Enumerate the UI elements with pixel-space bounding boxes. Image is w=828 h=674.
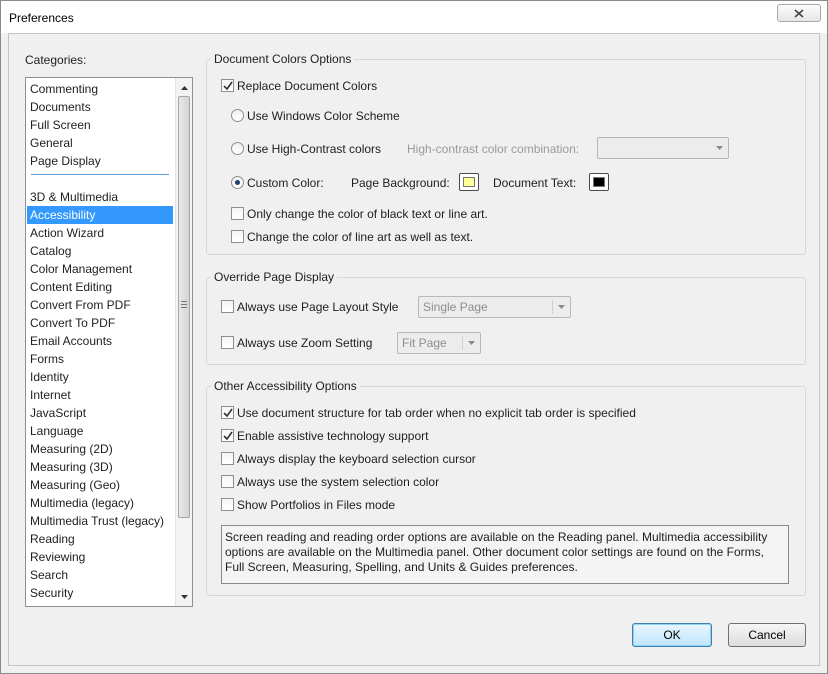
windows-color-scheme-label: Use Windows Color Scheme — [247, 109, 400, 123]
zoom-setting-select[interactable]: Fit Page — [397, 332, 481, 354]
zoom-setting-label: Always use Zoom Setting — [237, 336, 373, 350]
title-bar: Preferences — [1, 1, 827, 33]
checkmark-icon — [223, 81, 233, 91]
category-item[interactable]: Catalog — [27, 242, 173, 260]
accessibility-info-text: Screen reading and reading order options… — [221, 525, 789, 584]
category-item[interactable]: Identity — [27, 368, 173, 386]
category-item[interactable]: Measuring (2D) — [27, 440, 173, 458]
category-item[interactable]: Color Management — [27, 260, 173, 278]
accessibility-option-label: Always display the keyboard selection cu… — [237, 452, 476, 466]
category-item[interactable]: Security — [27, 584, 173, 602]
accessibility-option-checkbox[interactable] — [221, 498, 234, 511]
page-layout-style-checkbox[interactable] — [221, 300, 234, 313]
checkmark-icon — [223, 431, 233, 441]
high-contrast-combination-label: High-contrast color combination: — [407, 142, 580, 156]
preferences-dialog: Preferences Categories: Commenting Docume… — [0, 0, 828, 674]
select-separator — [552, 300, 553, 314]
category-item[interactable]: Email Accounts — [27, 332, 173, 350]
replace-document-colors-checkbox[interactable] — [221, 79, 234, 92]
categories-label: Categories: — [25, 53, 87, 67]
checkmark-icon — [223, 408, 233, 418]
category-item[interactable]: 3D & Multimedia — [27, 188, 173, 206]
accessibility-option-label: Show Portfolios in Files mode — [237, 498, 396, 512]
custom-color-radio[interactable] — [231, 176, 244, 189]
category-item[interactable]: Action Wizard — [27, 224, 173, 242]
category-item[interactable]: Multimedia Trust (legacy) — [27, 512, 173, 530]
category-item[interactable]: Language — [27, 422, 173, 440]
scroll-grip-icon — [181, 301, 187, 310]
category-item[interactable]: Full Screen — [27, 116, 173, 134]
category-item[interactable]: Multimedia (legacy) — [27, 494, 173, 512]
category-item[interactable]: Measuring (3D) — [27, 458, 173, 476]
category-item[interactable]: Page Display — [27, 152, 173, 170]
accessibility-option-label: Always use the system selection color — [237, 475, 440, 489]
close-icon — [794, 8, 804, 18]
change-line-art-label: Change the color of line art as well as … — [247, 230, 474, 244]
only-black-text-checkbox[interactable] — [231, 207, 244, 220]
scroll-up-button[interactable] — [176, 79, 192, 96]
category-item[interactable]: Documents — [27, 98, 173, 116]
document-text-color-swatch[interactable] — [589, 173, 609, 191]
change-line-art-checkbox[interactable] — [231, 230, 244, 243]
page-layout-style-value: Single Page — [423, 300, 488, 314]
page-background-color-fill — [463, 177, 475, 187]
scroll-down-arrow-icon — [180, 594, 188, 599]
dropdown-arrow-icon — [465, 333, 477, 353]
categories-list[interactable]: Commenting Documents Full Screen General Pag… — [25, 77, 193, 607]
scroll-thumb[interactable] — [178, 96, 190, 518]
only-black-text-label: Only change the color of black text or l… — [247, 207, 488, 221]
override-page-display-group — [206, 277, 806, 365]
ok-button[interactable]: OK — [632, 623, 712, 647]
category-item[interactable]: Reading — [27, 530, 173, 548]
category-item[interactable]: Convert From PDF — [27, 296, 173, 314]
close-button[interactable] — [777, 4, 821, 22]
dropdown-arrow-icon — [555, 297, 567, 317]
page-background-label: Page Background: — [351, 176, 450, 190]
document-text-color-fill — [593, 177, 605, 187]
category-item[interactable]: JavaScript — [27, 404, 173, 422]
select-separator — [462, 336, 463, 350]
page-background-color-swatch[interactable] — [459, 173, 479, 191]
scroll-down-button[interactable] — [176, 588, 192, 605]
dropdown-arrow-icon — [713, 138, 725, 158]
cancel-button[interactable]: Cancel — [728, 623, 806, 647]
category-item[interactable]: Internet — [27, 386, 173, 404]
document-text-label: Document Text: — [493, 176, 577, 190]
override-page-display-title: Override Page Display — [211, 270, 338, 284]
category-item[interactable]: Reviewing — [27, 548, 173, 566]
scroll-up-arrow-icon — [180, 85, 188, 90]
category-item[interactable]: Forms — [27, 350, 173, 368]
accessibility-option-checkbox[interactable] — [221, 429, 234, 442]
accessibility-option-checkbox[interactable] — [221, 475, 234, 488]
accessibility-option-checkbox[interactable] — [221, 452, 234, 465]
document-colors-title: Document Colors Options — [211, 52, 355, 66]
categories-scrollbar[interactable] — [175, 78, 192, 606]
page-layout-style-select[interactable]: Single Page — [418, 296, 571, 318]
category-item[interactable]: General — [27, 134, 173, 152]
category-item[interactable]: Content Editing — [27, 278, 173, 296]
replace-document-colors-label: Replace Document Colors — [237, 79, 378, 93]
custom-color-label: Custom Color: — [247, 176, 324, 190]
category-item[interactable]: Convert To PDF — [27, 314, 173, 332]
zoom-setting-checkbox[interactable] — [221, 336, 234, 349]
high-contrast-radio[interactable] — [231, 142, 244, 155]
accessibility-option-label: Use document structure for tab order whe… — [237, 406, 636, 420]
category-item[interactable]: Commenting — [27, 80, 173, 98]
page-layout-style-label: Always use Page Layout Style — [237, 300, 399, 314]
windows-color-scheme-radio[interactable] — [231, 109, 244, 122]
other-accessibility-title: Other Accessibility Options — [211, 379, 360, 393]
category-item[interactable]: Measuring (Geo) — [27, 476, 173, 494]
high-contrast-combination-select[interactable] — [597, 137, 729, 159]
category-item-partial[interactable]: Security (Enhanced) — [27, 602, 173, 606]
high-contrast-label: Use High-Contrast colors — [247, 142, 382, 156]
window-title: Preferences — [9, 11, 74, 25]
accessibility-option-checkbox[interactable] — [221, 406, 234, 419]
category-item[interactable]: Search — [27, 566, 173, 584]
zoom-setting-value: Fit Page — [402, 336, 447, 350]
accessibility-option-label: Enable assistive technology support — [237, 429, 429, 443]
category-item-selected[interactable]: Accessibility — [27, 206, 173, 224]
categories-separator — [31, 174, 169, 175]
